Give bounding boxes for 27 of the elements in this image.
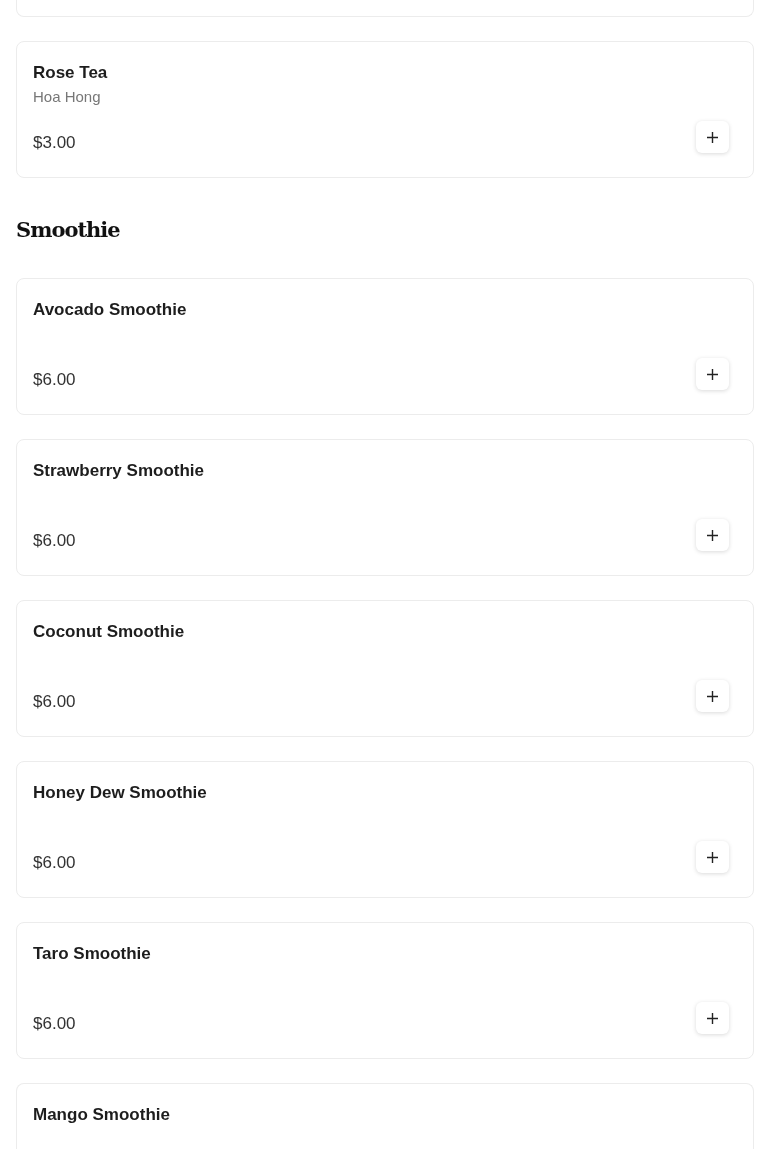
- item-name: Avocado Smoothie: [33, 299, 188, 321]
- item-name: Coconut Smoothie: [33, 621, 186, 643]
- plus-icon: [707, 851, 718, 863]
- plus-icon: [707, 1012, 718, 1024]
- plus-icon: [707, 368, 718, 380]
- item-price: $6.00: [33, 1014, 76, 1034]
- add-button[interactable]: [696, 1002, 729, 1034]
- item-name: Taro Smoothie: [33, 943, 152, 965]
- add-button[interactable]: [696, 519, 729, 551]
- item-name: Honey Dew Smoothie: [33, 782, 208, 804]
- add-button[interactable]: [696, 121, 729, 153]
- add-button[interactable]: [696, 841, 729, 873]
- add-button[interactable]: [696, 680, 729, 712]
- section-heading: Smoothie: [16, 217, 120, 242]
- item-subtitle: Hoa Hong: [33, 87, 102, 107]
- item-name: Rose Tea: [33, 62, 109, 84]
- item-name: Strawberry Smoothie: [33, 460, 205, 482]
- item-price: $6.00: [33, 370, 76, 390]
- plus-icon: [707, 529, 718, 541]
- add-button[interactable]: [696, 358, 729, 390]
- plus-icon: [707, 690, 718, 702]
- plus-icon: [707, 131, 718, 143]
- item-price: $3.00: [33, 133, 76, 153]
- item-price: $6.00: [33, 531, 76, 551]
- item-price: $6.00: [33, 853, 76, 873]
- item-price: $6.00: [33, 692, 76, 712]
- item-name: Mango Smoothie: [33, 1104, 171, 1126]
